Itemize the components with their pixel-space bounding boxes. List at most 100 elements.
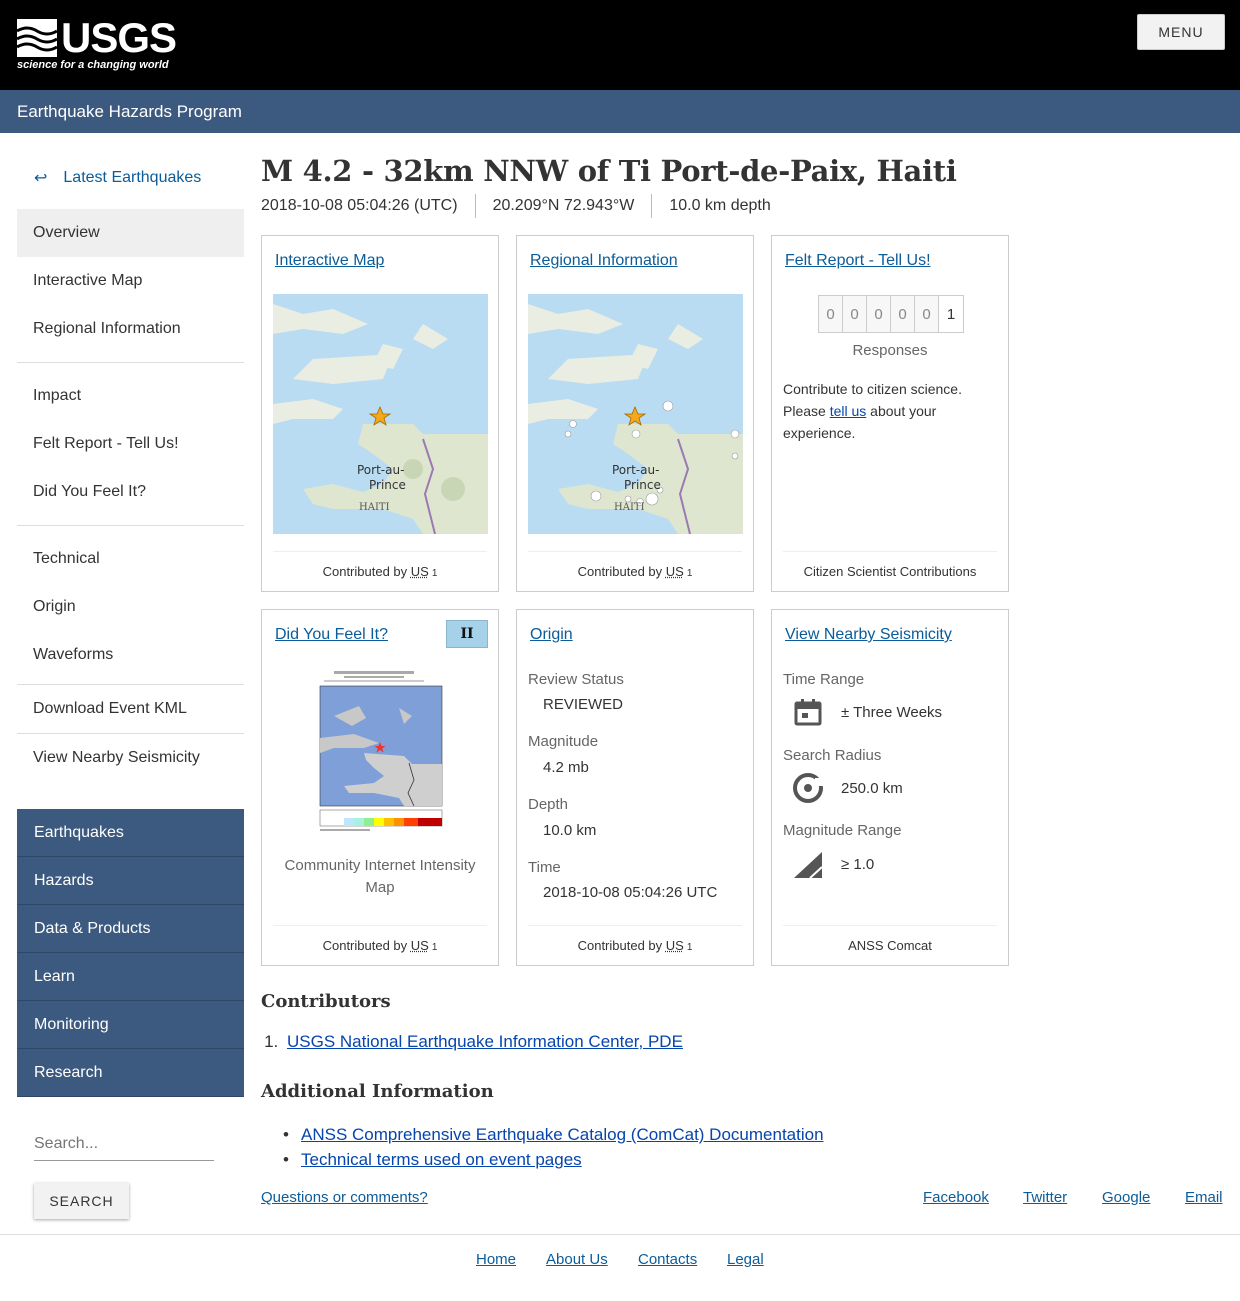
- interactive-map-thumbnail[interactable]: Port-au- Prince HAITI: [273, 294, 488, 534]
- site-nav: Earthquakes Hazards Data & Products Lear…: [17, 809, 244, 1097]
- latest-earthquakes-link[interactable]: ↩ Latest Earthquakes: [17, 155, 244, 201]
- counter-digit: 1: [939, 296, 963, 332]
- contributors-heading: Contributors: [261, 991, 391, 1012]
- contributor-abbr[interactable]: US: [411, 564, 429, 579]
- nav-felt-report[interactable]: Felt Report - Tell Us!: [17, 420, 244, 468]
- nav-origin[interactable]: Origin: [17, 583, 244, 631]
- nearby-seismicity-link[interactable]: View Nearby Seismicity: [785, 626, 952, 644]
- depth-value: 10.0 km: [543, 822, 597, 839]
- dyfi-card: Did You Feel It? II Community Internet I…: [261, 609, 499, 966]
- site-nav-monitoring[interactable]: Monitoring: [17, 1001, 244, 1049]
- twitter-link[interactable]: Twitter: [1023, 1189, 1067, 1206]
- search-radius-value: 250.0 km: [841, 779, 903, 797]
- counter-digit: 0: [915, 296, 939, 332]
- regional-map-thumbnail[interactable]: Port-au- Prince HAITI: [528, 294, 743, 534]
- footnote-number: 1: [686, 568, 693, 579]
- nav-divider: [17, 525, 244, 526]
- svg-text:HAITI: HAITI: [359, 502, 390, 513]
- meta-divider: [651, 194, 653, 218]
- menu-button[interactable]: MENU: [1137, 14, 1225, 50]
- responses-label: Responses: [852, 342, 928, 359]
- depth-label: Depth: [528, 796, 569, 813]
- intensity-badge: II: [446, 620, 488, 648]
- tell-us-link[interactable]: tell us: [830, 403, 867, 419]
- event-depth: 10.0 km depth: [669, 197, 771, 214]
- contributor-abbr[interactable]: US: [666, 564, 684, 579]
- anss-comcat-footer: ANSS Comcat: [783, 925, 997, 953]
- meta-divider: [474, 194, 476, 218]
- questions-link[interactable]: Questions or comments?: [261, 1189, 428, 1206]
- search-button[interactable]: SEARCH: [34, 1183, 129, 1219]
- email-link[interactable]: Email: [1185, 1189, 1223, 1206]
- contributor-abbr[interactable]: US: [666, 938, 684, 953]
- magnitude-label: Magnitude: [528, 733, 599, 750]
- event-title: M 4.2 - 32km NNW of Ti Port-de-Paix, Hai…: [261, 154, 957, 188]
- logo-tagline: science for a changing world: [17, 59, 169, 71]
- intensity-map-image: [304, 668, 444, 838]
- nav-waveforms[interactable]: Waveforms: [17, 631, 244, 679]
- magnitude-ramp-icon: [794, 852, 823, 879]
- felt-report-card: Felt Report - Tell Us! 0 0 0 0 0 1 Respo…: [771, 235, 1009, 592]
- nav-overview[interactable]: Overview: [17, 209, 244, 257]
- contributed-by-label: Contributed by: [322, 564, 408, 579]
- technical-terms-link[interactable]: Technical terms used on event pages: [301, 1150, 582, 1169]
- nav-nearby-seismicity[interactable]: View Nearby Seismicity: [17, 734, 244, 782]
- footnote-number: 1: [431, 942, 438, 953]
- nav-divider: [17, 362, 244, 363]
- footer-home-link[interactable]: Home: [476, 1251, 516, 1268]
- svg-text:Prince: Prince: [624, 478, 661, 492]
- map-image: Port-au- Prince HAITI: [273, 294, 488, 534]
- search-input[interactable]: [34, 1127, 214, 1161]
- map-image: Port-au- Prince HAITI: [528, 294, 743, 534]
- google-link[interactable]: Google: [1102, 1189, 1150, 1206]
- nearby-seismicity-card: View Nearby Seismicity Time Range ± Thre…: [771, 609, 1009, 966]
- site-nav-hazards[interactable]: Hazards: [17, 857, 244, 905]
- program-title[interactable]: Earthquake Hazards Program: [17, 102, 242, 122]
- footer-legal-link[interactable]: Legal: [727, 1251, 764, 1268]
- site-header: USGS science for a changing world MENU: [0, 0, 1240, 90]
- contributors-list: USGS National Earthquake Information Cen…: [283, 1032, 683, 1052]
- contributed-by-label: Contributed by: [322, 938, 408, 953]
- facebook-link[interactable]: Facebook: [923, 1189, 989, 1206]
- site-nav-research[interactable]: Research: [17, 1049, 244, 1097]
- footer-contacts-link[interactable]: Contacts: [638, 1251, 697, 1268]
- time-label: Time: [528, 859, 561, 876]
- usgs-waves-icon: [17, 19, 58, 57]
- comcat-docs-link[interactable]: ANSS Comprehensive Earthquake Catalog (C…: [301, 1125, 824, 1144]
- contributor-abbr[interactable]: US: [411, 938, 429, 953]
- event-nav: ↩ Latest Earthquakes Overview Interactiv…: [17, 155, 244, 782]
- review-status-value: REVIEWED: [543, 696, 624, 713]
- magnitude-value: 4.2 mb: [543, 759, 589, 776]
- dyfi-caption: Community Internet Intensity Map: [284, 857, 476, 896]
- nav-technical[interactable]: Technical: [17, 535, 244, 583]
- interactive-map-link[interactable]: Interactive Map: [275, 252, 384, 270]
- additional-info-item: Technical terms used on event pages: [283, 1147, 824, 1172]
- dyfi-link[interactable]: Did You Feel It?: [275, 626, 388, 644]
- svg-text:Port-au-: Port-au-: [612, 463, 659, 477]
- regional-information-link[interactable]: Regional Information: [530, 252, 678, 270]
- felt-report-link[interactable]: Felt Report - Tell Us!: [785, 252, 931, 270]
- site-nav-learn[interactable]: Learn: [17, 953, 244, 1001]
- origin-link[interactable]: Origin: [530, 626, 573, 644]
- intensity-map-thumbnail[interactable]: [304, 668, 444, 838]
- usgs-logo[interactable]: USGS science for a changing world: [17, 15, 177, 75]
- time-range-label: Time Range: [783, 671, 865, 688]
- regional-contributor: Contributed by US 1: [528, 551, 742, 579]
- nav-regional-information[interactable]: Regional Information: [17, 305, 244, 353]
- search-radius-row: 250.0 km: [790, 770, 903, 806]
- dyfi-contributor: Contributed by US 1: [273, 925, 487, 953]
- latest-earthquakes-label: Latest Earthquakes: [63, 169, 202, 186]
- time-value: 2018-10-08 05:04:26 UTC: [543, 884, 718, 901]
- contributor-link[interactable]: USGS National Earthquake Information Cen…: [287, 1032, 683, 1051]
- nav-impact[interactable]: Impact: [17, 372, 244, 420]
- nav-interactive-map[interactable]: Interactive Map: [17, 257, 244, 305]
- magnitude-range-row: ≥ 1.0: [790, 846, 874, 882]
- nav-did-you-feel-it[interactable]: Did You Feel It?: [17, 468, 244, 516]
- site-nav-earthquakes[interactable]: Earthquakes: [17, 809, 244, 857]
- nav-download-kml[interactable]: Download Event KML: [17, 685, 244, 733]
- svg-text:HAITI: HAITI: [614, 502, 645, 513]
- radius-icon: [793, 773, 823, 803]
- site-nav-data-products[interactable]: Data & Products: [17, 905, 244, 953]
- footnote-number: 1: [686, 942, 693, 953]
- footer-about-link[interactable]: About Us: [546, 1251, 608, 1268]
